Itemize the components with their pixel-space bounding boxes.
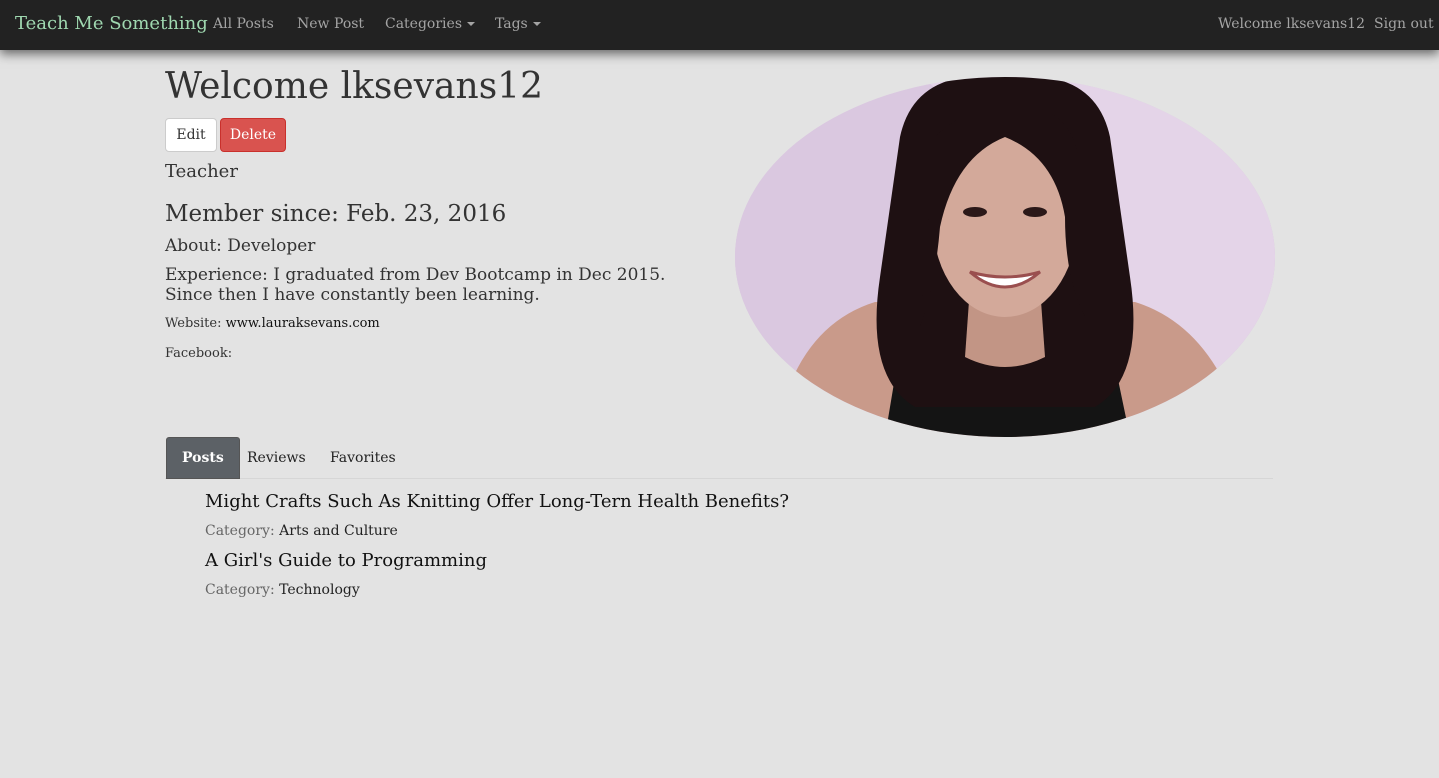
about-text: About: Developer bbox=[165, 236, 316, 256]
nav-sign-out[interactable]: Sign out bbox=[1374, 16, 1434, 32]
page-title: Welcome lksevans12 bbox=[165, 66, 543, 107]
brand-link[interactable]: Teach Me Something bbox=[15, 13, 208, 34]
avatar-illustration bbox=[735, 77, 1275, 437]
edit-button[interactable]: Edit bbox=[165, 118, 217, 152]
post-category-label: Category: bbox=[205, 582, 275, 598]
delete-button[interactable]: Delete bbox=[220, 118, 286, 152]
post-category: Category: Technology bbox=[205, 582, 360, 598]
user-role: Teacher bbox=[165, 161, 238, 182]
post-title-link[interactable]: A Girl's Guide to Programming bbox=[205, 550, 487, 571]
nav-categories-dropdown[interactable]: Categories bbox=[385, 16, 475, 32]
tab-favorites[interactable]: Favorites bbox=[315, 437, 411, 479]
nav-all-posts[interactable]: All Posts bbox=[213, 16, 274, 32]
member-since: Member since: Feb. 23, 2016 bbox=[165, 201, 507, 227]
caret-down-icon bbox=[532, 22, 541, 26]
caret-down-icon bbox=[467, 22, 475, 26]
post-category: Category: Arts and Culture bbox=[205, 523, 398, 539]
post-title-link[interactable]: Might Crafts Such As Knitting Offer Long… bbox=[205, 491, 789, 512]
post-category-value: Technology bbox=[279, 582, 360, 598]
nav-tags-label: Tags bbox=[495, 16, 528, 32]
profile-tabs: Posts Reviews Favorites bbox=[165, 437, 1273, 479]
nav-new-post[interactable]: New Post bbox=[297, 16, 364, 32]
facebook-label: Facebook: bbox=[165, 346, 233, 361]
experience-text: Experience: I graduated from Dev Bootcam… bbox=[165, 265, 666, 305]
post-category-label: Category: bbox=[205, 523, 275, 539]
website-row: Website: www.lauraksevans.com bbox=[165, 316, 380, 331]
tab-posts[interactable]: Posts bbox=[166, 437, 240, 479]
nav-categories-label: Categories bbox=[385, 16, 462, 32]
tab-reviews[interactable]: Reviews bbox=[232, 437, 321, 479]
top-navbar: Teach Me Something All Posts New Post Ca… bbox=[0, 0, 1439, 50]
post-category-value: Arts and Culture bbox=[279, 523, 398, 539]
website-label: Website: bbox=[165, 316, 222, 331]
nav-welcome-user[interactable]: Welcome lksevans12 bbox=[1218, 16, 1365, 32]
profile-avatar bbox=[735, 77, 1275, 437]
website-link[interactable]: www.lauraksevans.com bbox=[226, 316, 380, 331]
nav-tags-dropdown[interactable]: Tags bbox=[495, 16, 541, 32]
